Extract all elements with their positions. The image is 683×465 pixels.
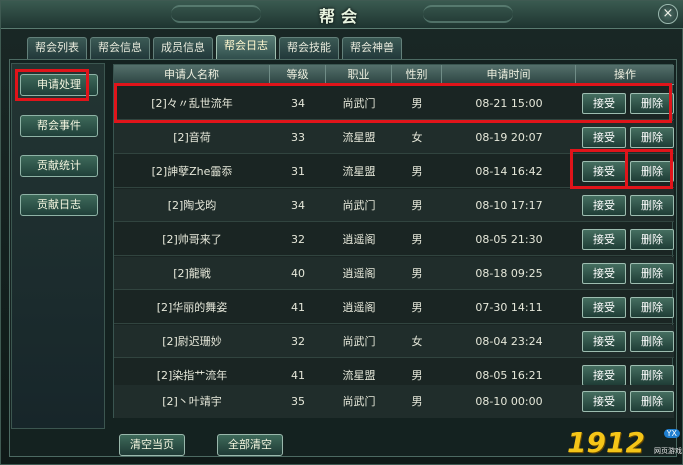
applicant-name: [2]丶叶靖宇 <box>162 395 222 408</box>
header-class: 职业 <box>326 65 392 85</box>
clear-all-button[interactable]: 全部清空 <box>217 434 283 456</box>
applicant-name: [2]陶戈昀 <box>167 199 217 212</box>
applicant-class: 逍遥阁 <box>342 233 376 246</box>
header-name: 申请人名称 <box>114 65 270 85</box>
applicant-level: 32 <box>291 335 305 348</box>
applicant-gender: 男 <box>411 233 423 246</box>
tab-guild-beast[interactable]: 帮会神兽 <box>342 37 402 59</box>
highlight-delete <box>625 149 673 189</box>
applicant-gender: 女 <box>411 131 423 144</box>
header-time: 申请时间 <box>442 65 576 85</box>
sidebar: 申请处理 帮会事件 贡献统计 贡献日志 <box>11 63 105 429</box>
header-action: 操作 <box>614 68 636 81</box>
applicant-time: 07-30 14:11 <box>475 301 543 314</box>
sidebar-item-events[interactable]: 帮会事件 <box>20 115 98 137</box>
table-row: [2]丶叶靖宇 35 尚武门 男 08-10 00:00 接受 删除 <box>114 385 674 418</box>
accept-button[interactable]: 接受 <box>582 365 626 386</box>
applicant-class: 流星盟 <box>342 131 376 144</box>
applicant-name: [2]帅哥来了 <box>162 233 222 246</box>
accept-button[interactable]: 接受 <box>582 127 626 148</box>
delete-button[interactable]: 删除 <box>630 391 674 412</box>
table-row: [2]华丽的舞姿 41 逍遥阁 男 07-30 14:11 接受 删除 <box>114 291 674 324</box>
applicant-class: 尚武门 <box>342 395 376 408</box>
title-ornament-right <box>423 5 513 23</box>
applicant-time: 08-10 00:00 <box>475 395 543 408</box>
accept-button[interactable]: 接受 <box>582 391 626 412</box>
applicant-level: 34 <box>291 199 305 212</box>
table-header: 申请人名称 等级 职业 性别 申请时间 操作 <box>114 65 674 85</box>
delete-button[interactable]: 删除 <box>630 229 674 250</box>
table-row: [2]帅哥来了 32 逍遥阁 男 08-05 21:30 接受 删除 <box>114 223 674 256</box>
applicant-class: 流星盟 <box>342 165 376 178</box>
highlight-accept <box>570 149 628 189</box>
table-row: [2]龍戦 40 逍遥阁 男 08-18 09:25 接受 删除 <box>114 257 674 290</box>
applicant-name: [2]音荷 <box>173 131 211 144</box>
applicant-gender: 男 <box>411 267 423 280</box>
accept-button[interactable]: 接受 <box>582 263 626 284</box>
delete-button[interactable]: 删除 <box>630 365 674 386</box>
applicant-level: 35 <box>291 395 305 408</box>
tab-member-info[interactable]: 成员信息 <box>153 37 213 59</box>
delete-button[interactable]: 删除 <box>630 297 674 318</box>
applicant-gender: 男 <box>411 301 423 314</box>
watermark-subtitle: 网页游戏 <box>654 447 682 455</box>
applicant-class: 尚武门 <box>342 335 376 348</box>
sidebar-item-contribution-log[interactable]: 贡献日志 <box>20 194 98 216</box>
watermark-badge: YX <box>663 429 680 438</box>
applicant-level: 31 <box>291 165 305 178</box>
applicant-gender: 男 <box>411 199 423 212</box>
close-button[interactable]: × <box>658 4 678 24</box>
applicant-level: 40 <box>291 267 305 280</box>
guild-window: 帮会 × 帮会列表 帮会信息 成员信息 帮会日志 帮会技能 帮会神兽 申请处理 … <box>0 0 683 465</box>
table-row: [2]尉迟珊妙 32 尚武门 女 08-04 23:24 接受 删除 <box>114 325 674 358</box>
applicant-time: 08-10 17:17 <box>475 199 543 212</box>
applicant-time: 08-18 09:25 <box>475 267 543 280</box>
accept-button[interactable]: 接受 <box>582 195 626 216</box>
applicant-gender: 男 <box>411 165 423 178</box>
close-icon: × <box>662 6 674 21</box>
table-row: [2]陶戈昀 34 尚武门 男 08-10 17:17 接受 删除 <box>114 189 674 222</box>
site-watermark: 1912 YX 网页游戏 <box>567 426 682 462</box>
applicant-name: [2]龍戦 <box>173 267 211 280</box>
applicant-time: 08-05 21:30 <box>475 233 543 246</box>
header-level: 等级 <box>270 65 326 85</box>
applicant-class: 逍遥阁 <box>342 267 376 280</box>
applicant-gender: 女 <box>411 335 423 348</box>
applicant-time: 08-04 23:24 <box>475 335 543 348</box>
applicant-class: 尚武门 <box>342 199 376 212</box>
accept-button[interactable]: 接受 <box>582 229 626 250</box>
highlight-applications <box>15 69 89 101</box>
applicant-name: [2]华丽的舞姿 <box>156 301 228 314</box>
watermark-number: 1912 <box>567 426 645 459</box>
highlight-first-row <box>114 83 672 123</box>
applicant-level: 41 <box>291 301 305 314</box>
tab-bar: 帮会列表 帮会信息 成员信息 帮会日志 帮会技能 帮会神兽 <box>27 35 402 59</box>
clear-page-button[interactable]: 清空当页 <box>119 434 185 456</box>
tab-guild-skills[interactable]: 帮会技能 <box>279 37 339 59</box>
applicant-time: 08-14 16:42 <box>475 165 543 178</box>
delete-button[interactable]: 删除 <box>630 263 674 284</box>
applicant-level: 32 <box>291 233 305 246</box>
sidebar-item-contribution-stats[interactable]: 贡献统计 <box>20 155 98 177</box>
tab-guild-list[interactable]: 帮会列表 <box>27 37 87 59</box>
accept-button[interactable]: 接受 <box>582 331 626 352</box>
applicant-name: [2]訷孽Zhe霝忝 <box>151 165 233 178</box>
tab-guild-info[interactable]: 帮会信息 <box>90 37 150 59</box>
applicant-time: 08-19 20:07 <box>475 131 543 144</box>
delete-button[interactable]: 删除 <box>630 195 674 216</box>
title-bar: 帮会 × <box>1 1 683 29</box>
applicant-gender: 男 <box>411 395 423 408</box>
delete-button[interactable]: 删除 <box>630 331 674 352</box>
applicant-level: 33 <box>291 131 305 144</box>
header-gender: 性别 <box>392 65 442 85</box>
title-ornament-left <box>171 5 261 23</box>
accept-button[interactable]: 接受 <box>582 297 626 318</box>
applicant-name: [2]尉迟珊妙 <box>162 335 222 348</box>
window-title: 帮会 <box>318 7 363 26</box>
tab-guild-log[interactable]: 帮会日志 <box>216 35 276 59</box>
delete-button[interactable]: 删除 <box>630 127 674 148</box>
applicant-class: 逍遥阁 <box>342 301 376 314</box>
